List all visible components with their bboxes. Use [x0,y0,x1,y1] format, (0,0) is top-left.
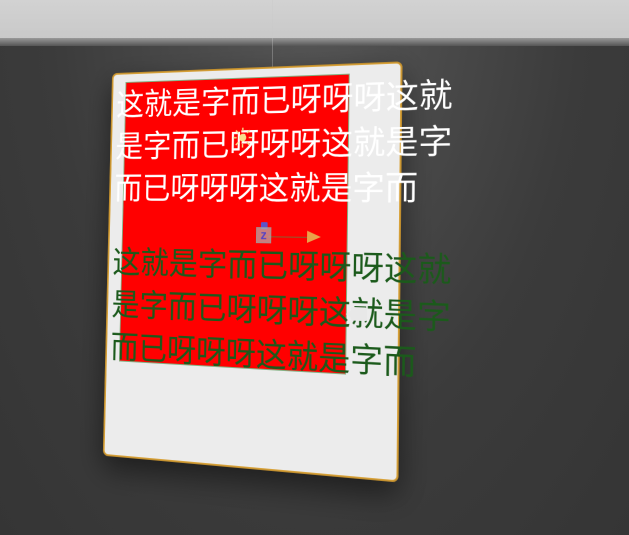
ui-canvas-object[interactable]: 这就是字而已呀呀呀这就 是字而已呀呀呀这就是字 而已呀呀呀这就是字而 这就是字而… [103,61,403,482]
gizmo-x-axis-arrow[interactable] [307,231,321,243]
sky-background [0,0,629,38]
camera-icon[interactable] [346,305,373,325]
camera-body-icon [351,307,367,321]
gizmo-center-handle[interactable]: z [256,227,271,243]
transform-gizmo[interactable]: z [251,214,339,266]
scene-view[interactable]: 这就是字而已呀呀呀这就 是字而已呀呀呀这就是字 而已呀呀呀这就是字而 这就是字而… [92,66,452,486]
gizmo-x-axis-line [268,236,309,238]
text-label-white[interactable]: 这就是字而已呀呀呀这就 是字而已呀呀呀这就是字 而已呀呀呀这就是字而 [114,70,505,212]
horizon-line [0,38,629,46]
directional-light-icon[interactable] [232,127,253,149]
